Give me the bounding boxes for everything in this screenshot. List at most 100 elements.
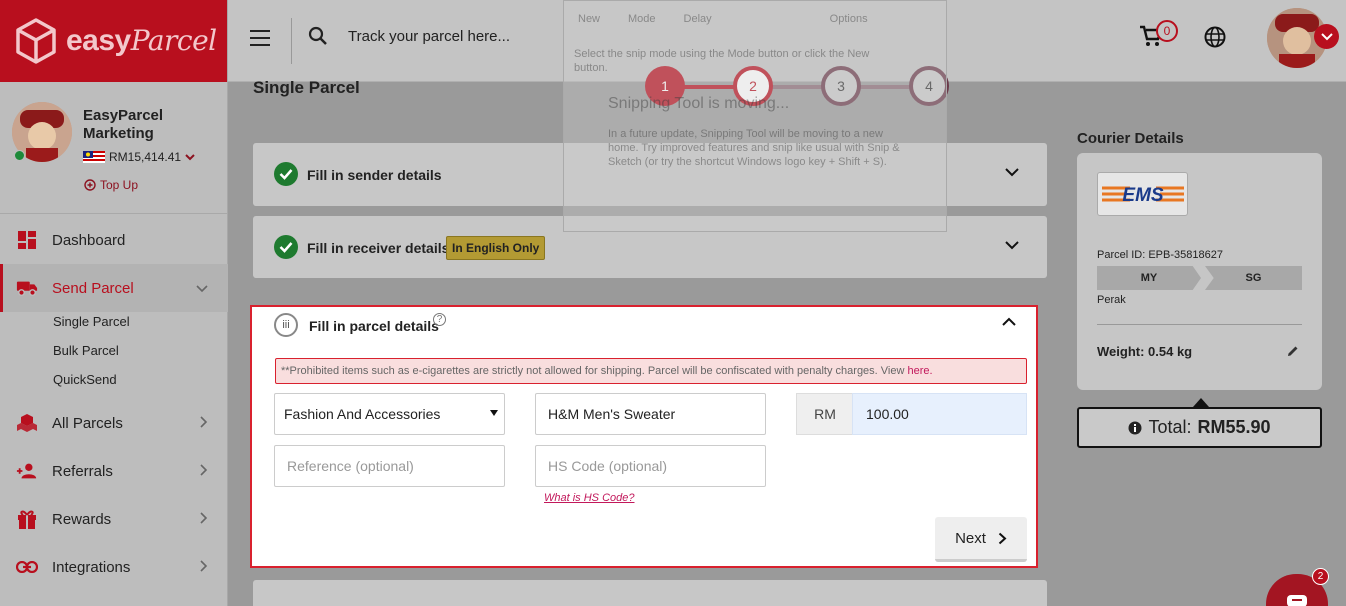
- next-section-card: [253, 580, 1047, 606]
- chat-notification-badge: 2: [1312, 568, 1329, 585]
- ghost-options: Options: [829, 13, 868, 25]
- sidebar-item-label: Rewards: [52, 510, 112, 528]
- parcel-value-input[interactable]: 100.00: [852, 393, 1027, 435]
- chevron-down-icon: [196, 280, 208, 296]
- chevron-down-icon[interactable]: [1005, 168, 1019, 177]
- hs-code-placeholder: HS Code (optional): [548, 458, 668, 474]
- parcel-value: 100.00: [866, 406, 909, 422]
- total-label: Total:: [1148, 417, 1192, 437]
- sidebar-item-label: Referrals: [52, 462, 113, 480]
- hs-code-help-link[interactable]: What is HS Code?: [544, 492, 634, 504]
- divider: [1097, 324, 1302, 325]
- warning-here-link[interactable]: here.: [908, 365, 933, 377]
- next-button[interactable]: Next: [935, 517, 1027, 562]
- gift-icon: [16, 508, 38, 530]
- help-icon[interactable]: ?: [433, 313, 446, 326]
- parcel-details-label: Fill in parcel details: [309, 318, 439, 334]
- online-indicator: [14, 150, 25, 161]
- top-up-label: Top Up: [100, 178, 139, 192]
- receiver-details-label: Fill in receiver details: [307, 240, 450, 256]
- sender-details-label: Fill in sender details: [307, 167, 442, 183]
- ems-logo-text: EMS: [1122, 185, 1164, 206]
- sidebar-item-label: Integrations: [52, 558, 131, 576]
- courier-logo: EMS: [1097, 172, 1188, 216]
- header-divider: [291, 18, 292, 64]
- chevron-right-icon: [998, 532, 1007, 544]
- sidebar-subitem-bulk-parcel[interactable]: Bulk Parcel: [53, 343, 119, 358]
- user-profile: [0, 82, 227, 214]
- sidebar-subitem-quicksend[interactable]: QuickSend: [53, 372, 117, 387]
- snipping-tool-ghost: New Mode Delay Options Select the snip m…: [563, 0, 947, 232]
- chat-icon: [1287, 595, 1307, 606]
- total-pointer: [1193, 398, 1209, 407]
- sidebar-item-label: Send Parcel: [52, 279, 134, 297]
- currency-label: RM: [796, 393, 853, 435]
- ghost-heading: Snipping Tool is moving...: [608, 95, 790, 112]
- hs-code-input[interactable]: HS Code (optional): [535, 445, 766, 487]
- step-number-icon: iii: [274, 313, 298, 337]
- info-icon: [1128, 421, 1142, 434]
- category-select[interactable]: Fashion And Accessories: [274, 393, 505, 435]
- category-value: Fashion And Accessories: [284, 406, 441, 422]
- warning-text: **Prohibited items such as e-cigarettes …: [281, 365, 908, 377]
- sidebar-item-dashboard[interactable]: Dashboard: [0, 217, 228, 263]
- route-destination: SG: [1205, 266, 1302, 290]
- logo-text: easyParcel: [66, 24, 217, 57]
- total-value: RM55.90: [1197, 417, 1271, 437]
- cart-count-badge: 0: [1156, 20, 1178, 42]
- parcel-details-panel: iii Fill in parcel details ? **Prohibite…: [250, 305, 1038, 568]
- total-price-box: Total: RM55.90: [1077, 407, 1322, 448]
- chevron-right-icon: [200, 463, 208, 479]
- ghost-new: New: [578, 13, 601, 25]
- boxes-icon: [16, 412, 38, 434]
- reference-input[interactable]: Reference (optional): [274, 445, 505, 487]
- plus-circle-icon: [84, 179, 96, 191]
- add-user-icon: [16, 460, 38, 482]
- truck-icon: [16, 277, 38, 299]
- sidebar-item-all-parcels[interactable]: All Parcels: [0, 400, 228, 446]
- sidebar-item-rewards[interactable]: Rewards: [0, 496, 228, 542]
- check-icon: [274, 162, 298, 186]
- user-name: EasyParcel Marketing: [83, 107, 164, 142]
- ghost-hint: Select the snip mode using the Mode butt…: [574, 48, 870, 74]
- chevron-down-icon[interactable]: [1005, 241, 1019, 250]
- sidebar-item-send-parcel[interactable]: Send Parcel: [0, 265, 228, 311]
- sidebar-item-label: All Parcels: [52, 414, 123, 432]
- caret-down-icon: [490, 410, 498, 416]
- origin-state: Perak: [1097, 294, 1126, 306]
- pencil-icon[interactable]: [1287, 345, 1299, 357]
- parcel-id: Parcel ID: EPB-35818627: [1097, 249, 1223, 261]
- courier-details-title: Courier Details: [1077, 130, 1184, 147]
- chevron-right-icon: [200, 559, 208, 575]
- sidebar: easyParcel EasyParcel Marketing RM15,414…: [0, 0, 228, 606]
- top-up-link[interactable]: Top Up: [84, 178, 138, 192]
- ems-logo-icon: EMS: [1101, 185, 1184, 206]
- brand-logo[interactable]: easyParcel: [0, 0, 227, 82]
- chevron-down-icon[interactable]: [185, 153, 195, 161]
- item-content-input[interactable]: H&M Men's Sweater: [535, 393, 766, 435]
- route-indicator: MY SG: [1097, 266, 1302, 290]
- box-logo-icon: [16, 18, 56, 64]
- chevron-right-icon: [200, 415, 208, 431]
- route-origin: MY: [1097, 266, 1201, 290]
- item-content-value: H&M Men's Sweater: [548, 406, 676, 422]
- chevron-up-icon[interactable]: [1002, 317, 1016, 326]
- balance[interactable]: RM15,414.41: [83, 150, 195, 164]
- sidebar-item-referrals[interactable]: Referrals: [0, 448, 228, 494]
- hamburger-menu-icon[interactable]: [250, 30, 270, 51]
- malaysia-flag-icon: [83, 151, 105, 163]
- link-icon: [16, 556, 38, 578]
- sidebar-item-label: Dashboard: [52, 231, 126, 249]
- next-label: Next: [955, 529, 986, 547]
- search-icon[interactable]: [308, 26, 328, 46]
- sidebar-subitem-single-parcel[interactable]: Single Parcel: [53, 314, 130, 329]
- dashboard-icon: [16, 229, 38, 251]
- page-title: Single Parcel: [253, 78, 360, 97]
- account-dropdown-icon[interactable]: [1314, 24, 1339, 49]
- sidebar-item-integrations[interactable]: Integrations: [0, 544, 228, 590]
- globe-icon[interactable]: [1204, 26, 1226, 48]
- english-only-badge: In English Only: [446, 236, 546, 260]
- reference-placeholder: Reference (optional): [287, 458, 414, 474]
- balance-amount: RM15,414.41: [109, 150, 182, 164]
- ghost-mode: Mode: [628, 13, 656, 25]
